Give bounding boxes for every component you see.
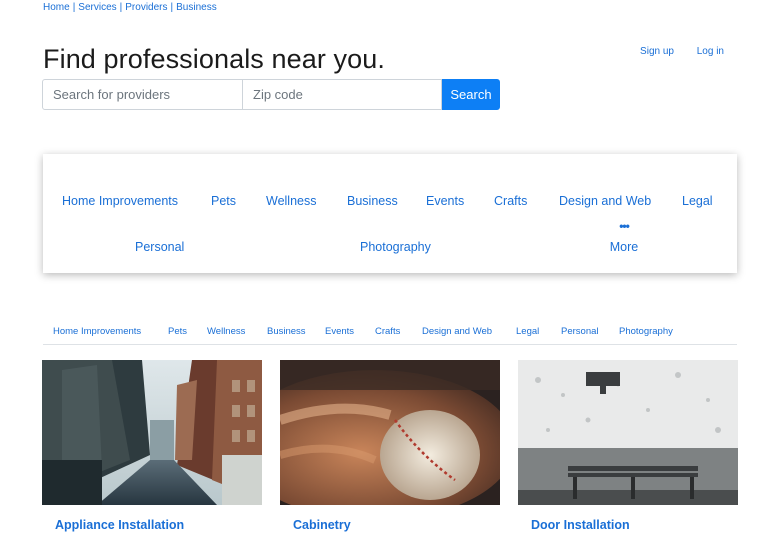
more-label: More: [609, 240, 639, 254]
bench-wall-photo[interactable]: [518, 360, 738, 505]
nav-separator: |: [72, 2, 76, 13]
nav-providers-link[interactable]: Providers: [125, 2, 167, 13]
service-card[interactable]: Cabinetry: [280, 360, 500, 532]
city-street-photo[interactable]: [42, 360, 262, 505]
category-panel: Home Improvements Pets Wellness Business…: [43, 154, 737, 273]
auth-links: Sign up Log in: [620, 46, 724, 57]
tab-legal[interactable]: Legal: [516, 326, 539, 337]
category-crafts[interactable]: Crafts: [494, 194, 527, 208]
category-design-and-web[interactable]: Design and Web: [559, 194, 651, 208]
service-card[interactable]: Appliance Installation: [42, 360, 262, 532]
tab-home-improvements[interactable]: Home Improvements: [53, 326, 141, 337]
tab-pets[interactable]: Pets: [168, 326, 187, 337]
page-title: Find professionals near you.: [43, 44, 385, 74]
signup-link[interactable]: Sign up: [640, 46, 674, 57]
tab-business[interactable]: Business: [267, 326, 306, 337]
baseball-glove-photo[interactable]: [280, 360, 500, 505]
category-business[interactable]: Business: [347, 194, 398, 208]
nav-separator: |: [170, 2, 174, 13]
category-events[interactable]: Events: [426, 194, 464, 208]
nav-home-link[interactable]: Home: [43, 2, 70, 13]
category-pets[interactable]: Pets: [211, 194, 236, 208]
search-button[interactable]: Search: [442, 79, 500, 110]
category-tabs: Home Improvements Pets Wellness Business…: [43, 320, 737, 345]
top-nav: Home | Services | Providers | Business: [43, 2, 217, 13]
category-home-improvements[interactable]: Home Improvements: [62, 194, 178, 208]
service-card[interactable]: Door Installation: [518, 360, 738, 532]
tab-personal[interactable]: Personal: [561, 326, 599, 337]
category-more-button[interactable]: ••• More: [609, 219, 639, 254]
tab-crafts[interactable]: Crafts: [375, 326, 400, 337]
nav-separator: |: [119, 2, 123, 13]
tab-events[interactable]: Events: [325, 326, 354, 337]
nav-services-link[interactable]: Services: [78, 2, 116, 13]
provider-search-input[interactable]: [42, 79, 243, 110]
tab-design-and-web[interactable]: Design and Web: [422, 326, 492, 337]
category-photography[interactable]: Photography: [360, 240, 431, 254]
login-link[interactable]: Log in: [697, 46, 724, 57]
nav-business-link[interactable]: Business: [176, 2, 217, 13]
category-wellness[interactable]: Wellness: [266, 194, 316, 208]
card-title[interactable]: Appliance Installation: [42, 518, 262, 532]
category-personal[interactable]: Personal: [135, 240, 184, 254]
card-title[interactable]: Cabinetry: [280, 518, 500, 532]
search-form: Search: [42, 79, 500, 110]
tab-photography[interactable]: Photography: [619, 326, 673, 337]
card-title[interactable]: Door Installation: [518, 518, 738, 532]
tab-wellness[interactable]: Wellness: [207, 326, 245, 337]
zip-code-input[interactable]: [243, 79, 442, 110]
category-legal[interactable]: Legal: [682, 194, 713, 208]
more-dots-icon: •••: [619, 219, 630, 233]
